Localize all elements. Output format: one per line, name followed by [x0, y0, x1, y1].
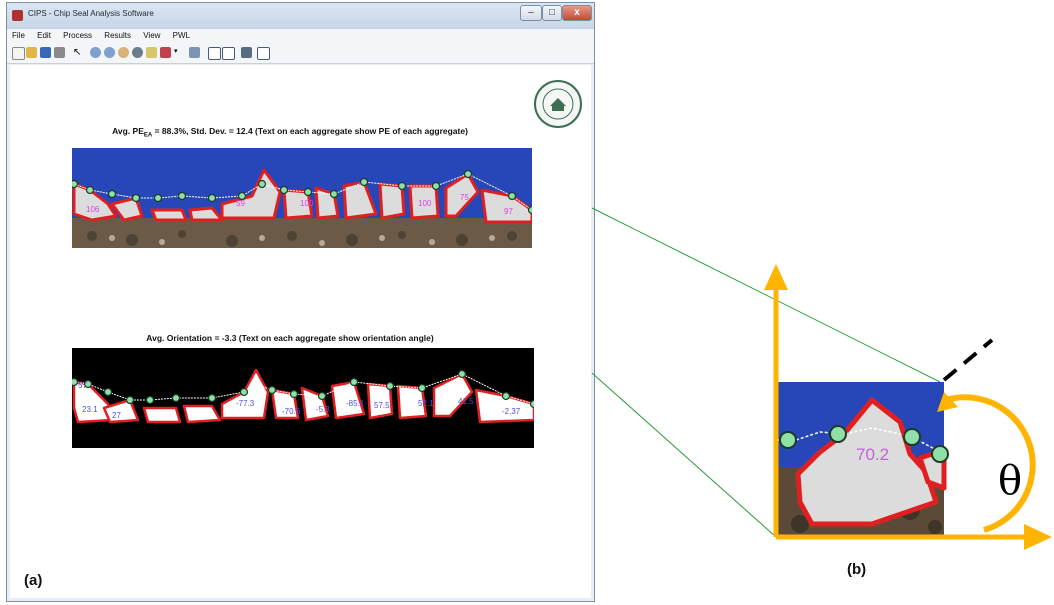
inset-orientation-label: 70.2	[856, 445, 889, 464]
zoom-inset-figure: 70.2 θ	[764, 264, 1052, 550]
theta-label: θ	[998, 458, 1022, 504]
panel-label-b: (b)	[847, 561, 867, 578]
